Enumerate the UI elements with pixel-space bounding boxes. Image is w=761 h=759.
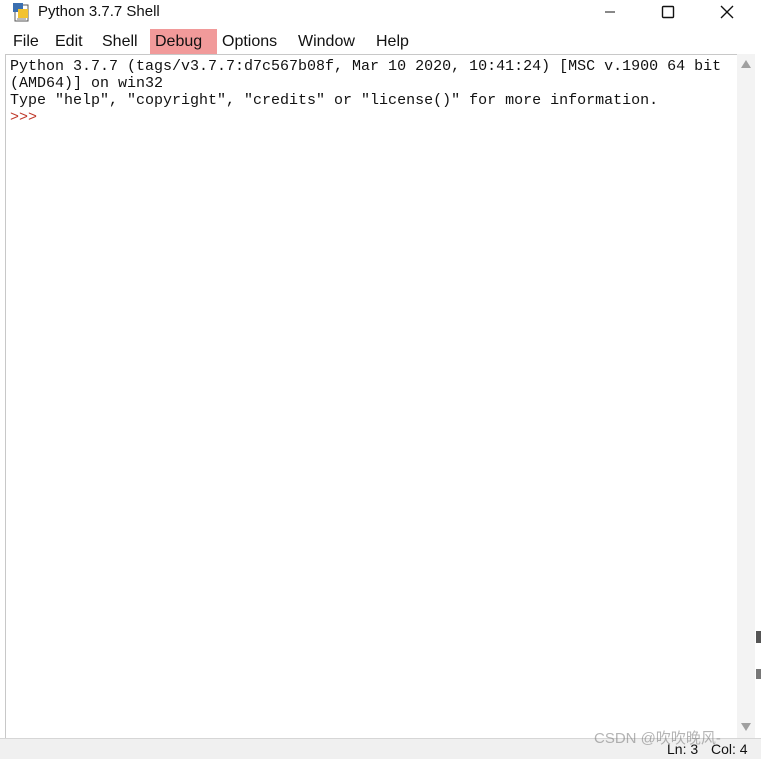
close-icon (720, 5, 734, 19)
maximize-icon (661, 5, 675, 19)
maximize-button[interactable] (645, 0, 691, 24)
banner-line-3: Type "help", "copyright", "credits" or "… (10, 92, 659, 109)
window-title: Python 3.7.7 Shell (38, 3, 160, 20)
menu-help[interactable]: Help (371, 29, 414, 54)
menu-options[interactable]: Options (217, 29, 282, 54)
menu-debug[interactable]: Debug (150, 29, 217, 54)
minimize-icon (605, 11, 615, 13)
banner-line-2: (AMD64)] on win32 (10, 75, 164, 92)
vertical-scrollbar[interactable] (737, 54, 755, 738)
menu-edit[interactable]: Edit (50, 29, 88, 54)
idle-shell-window: Python 3.7.7 Shell File Edit Shell Debug… (0, 0, 761, 759)
close-button[interactable] (704, 0, 750, 24)
minimize-button[interactable] (587, 0, 633, 24)
menu-shell[interactable]: Shell (97, 29, 143, 54)
shell-text-area[interactable]: Python 3.7.7 (tags/v3.7.7:d7c567b08f, Ma… (5, 54, 737, 739)
banner-line-1: Python 3.7.7 (tags/v3.7.7:d7c567b08f, Ma… (10, 58, 722, 75)
menu-window[interactable]: Window (293, 29, 360, 54)
title-bar[interactable]: Python 3.7.7 Shell (0, 0, 761, 29)
shell-prompt: >>> (10, 109, 38, 126)
menu-file[interactable]: File (8, 29, 44, 54)
scroll-down-arrow-icon[interactable] (740, 722, 752, 732)
menu-bar: File Edit Shell Debug Options Window Hel… (0, 29, 761, 54)
scroll-up-arrow-icon[interactable] (740, 59, 752, 69)
python-app-icon (12, 2, 32, 24)
watermark-text: CSDN @吹吹晚风- (594, 730, 721, 747)
background-window-edge (755, 625, 761, 685)
